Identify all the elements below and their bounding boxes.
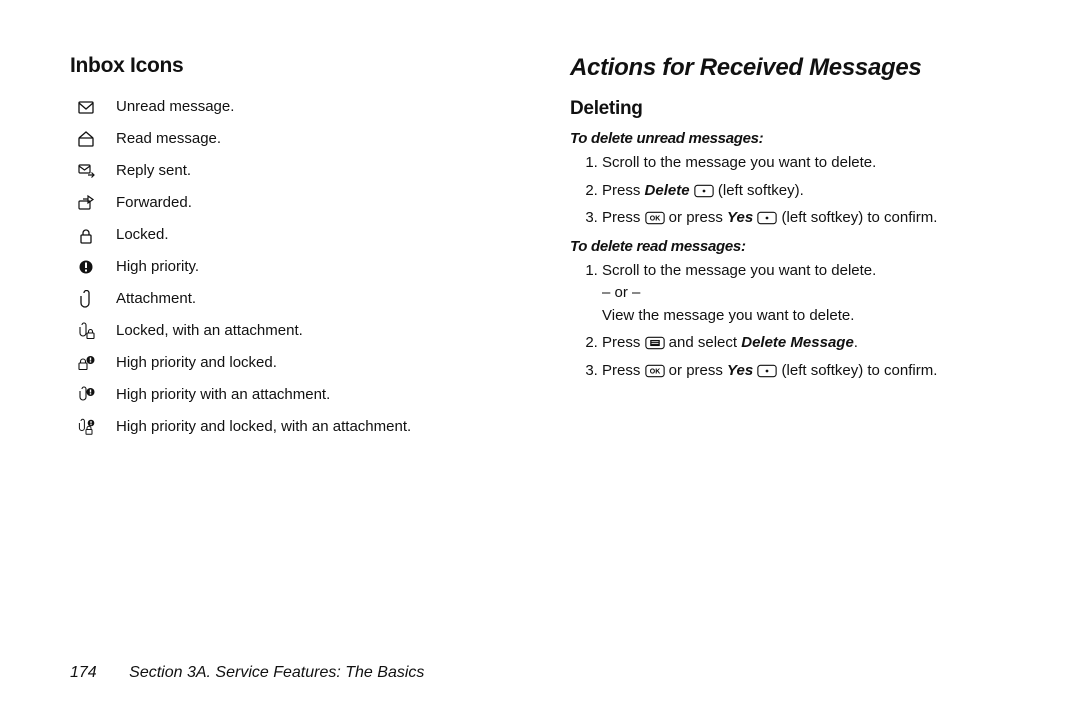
unread-message-icon [70,96,102,118]
softkey-dot-icon [757,364,777,378]
ok-key-icon [645,211,665,225]
ok-key-icon [645,364,665,378]
icon-label: High priority with an attachment. [116,384,520,406]
icon-label: Read message. [116,128,520,150]
reply-sent-icon [70,160,102,182]
list-item: Press Delete (left softkey). [602,180,1020,203]
priority-attachment-icon [70,384,102,406]
list-item: Scroll to the message you want to delete… [602,260,1020,328]
icon-label: High priority. [116,256,520,278]
page-footer: 174 Section 3A. Service Features: The Ba… [70,664,424,682]
icon-label: High priority and locked, with an attach… [116,416,520,438]
page-number: 174 [70,664,97,681]
locked-icon [70,224,102,246]
section-title: Section 3A. Service Features: The Basics [129,664,424,681]
icon-label: Unread message. [116,96,520,118]
icon-label: Forwarded. [116,192,520,214]
deleting-heading: Deleting [570,98,1020,120]
list-item: Scroll to the message you want to delete… [602,152,1020,175]
read-message-icon [70,128,102,150]
list-item: Press or press Yes (left softkey) to con… [602,207,1020,230]
list-item: Press and select Delete Message. [602,332,1020,355]
forwarded-icon [70,192,102,214]
list-item: Press or press Yes (left softkey) to con… [602,360,1020,383]
softkey-dot-icon [757,211,777,225]
icon-label: Locked. [116,224,520,246]
priority-locked-icon [70,352,102,374]
priority-locked-attachment-icon [70,416,102,438]
actions-heading: Actions for Received Messages [570,54,1020,82]
icon-label: Locked, with an attachment. [116,320,520,342]
delete-read-instr: To delete read messages: [570,238,1020,255]
softkey-dot-icon [694,184,714,198]
left-column: Inbox Icons Unread message. Read message… [70,54,520,438]
attachment-icon [70,288,102,310]
delete-unread-steps: Scroll to the message you want to delete… [570,152,1020,230]
right-column: Actions for Received Messages Deleting T… [570,54,1020,438]
menu-key-icon [645,336,665,350]
icon-label: Attachment. [116,288,520,310]
delete-read-steps: Scroll to the message you want to delete… [570,260,1020,383]
icon-label: Reply sent. [116,160,520,182]
high-priority-icon [70,256,102,278]
inbox-icons-heading: Inbox Icons [70,54,520,78]
locked-attachment-icon [70,320,102,342]
icon-list: Unread message. Read message. Reply sent… [70,96,520,438]
delete-unread-instr: To delete unread messages: [570,130,1020,147]
icon-label: High priority and locked. [116,352,520,374]
